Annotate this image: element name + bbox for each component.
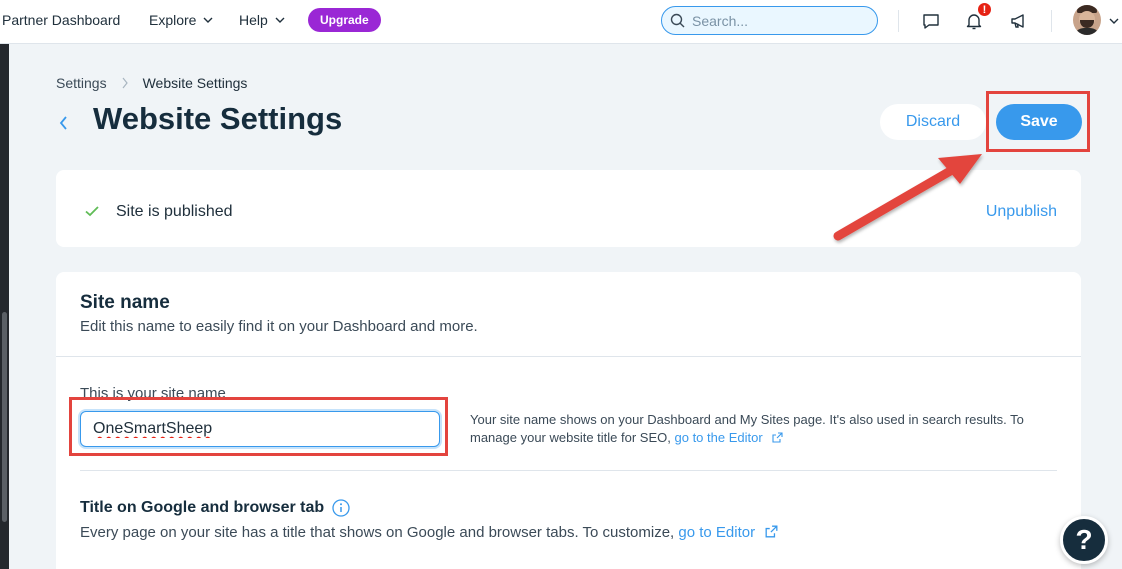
google-title-heading: Title on Google and browser tab bbox=[80, 499, 350, 517]
external-link-icon bbox=[765, 525, 778, 538]
help-label: Help bbox=[239, 12, 268, 28]
divider bbox=[80, 470, 1057, 471]
megaphone-icon[interactable] bbox=[1008, 10, 1030, 32]
go-to-editor-link[interactable]: go to the Editor bbox=[675, 430, 763, 445]
site-name-help: Your site name shows on your Dashboard a… bbox=[470, 411, 1050, 447]
external-link-icon bbox=[772, 432, 783, 443]
explore-menu[interactable]: Explore bbox=[149, 12, 214, 28]
breadcrumb-current: Website Settings bbox=[142, 75, 248, 91]
top-bar: Partner Dashboard Explore Help Upgrade ! bbox=[0, 0, 1122, 44]
help-menu[interactable]: Help bbox=[239, 12, 286, 28]
annotation-arrow bbox=[833, 154, 982, 241]
notification-badge: ! bbox=[976, 1, 993, 18]
breadcrumb-settings[interactable]: Settings bbox=[56, 75, 107, 91]
chevron-down-icon[interactable] bbox=[1108, 15, 1120, 27]
page-title: Website Settings bbox=[93, 101, 343, 136]
back-button[interactable] bbox=[53, 112, 73, 134]
chevron-left-icon bbox=[59, 116, 67, 130]
discard-button[interactable]: Discard bbox=[880, 104, 986, 140]
chevron-right-icon bbox=[122, 77, 128, 89]
help-button[interactable]: ? bbox=[1060, 516, 1108, 564]
info-icon[interactable] bbox=[332, 499, 350, 517]
google-title-desc-text: Every page on your site has a title that… bbox=[80, 524, 675, 541]
divider bbox=[898, 10, 899, 32]
unpublish-link[interactable]: Unpublish bbox=[986, 203, 1057, 221]
google-title-description: Every page on your site has a title that… bbox=[80, 524, 778, 541]
upgrade-button[interactable]: Upgrade bbox=[308, 8, 381, 32]
explore-label: Explore bbox=[149, 12, 197, 28]
left-scroll-strip bbox=[0, 44, 9, 569]
brand-link[interactable]: Partner Dashboard bbox=[2, 12, 120, 28]
go-to-editor-link-2[interactable]: go to Editor bbox=[678, 524, 755, 541]
chevron-down-icon bbox=[275, 17, 285, 23]
save-highlight-box bbox=[986, 91, 1090, 152]
site-name-title: Site name bbox=[80, 292, 170, 313]
publish-status: Site is published bbox=[116, 203, 233, 220]
divider bbox=[56, 356, 1081, 357]
site-name-highlight-box bbox=[69, 397, 448, 456]
search-box[interactable] bbox=[661, 6, 878, 35]
chat-icon[interactable] bbox=[920, 10, 942, 32]
search-icon bbox=[670, 13, 685, 27]
chevron-down-icon bbox=[203, 17, 213, 23]
breadcrumb: Settings Website Settings bbox=[56, 75, 247, 91]
scrollbar-thumb[interactable] bbox=[2, 312, 7, 522]
divider bbox=[1051, 10, 1052, 32]
search-input[interactable] bbox=[692, 12, 862, 29]
checkmark-icon bbox=[85, 206, 99, 217]
site-name-description: Edit this name to easily find it on your… bbox=[80, 318, 478, 335]
google-title-text: Title on Google and browser tab bbox=[80, 499, 325, 516]
avatar[interactable] bbox=[1073, 5, 1101, 35]
